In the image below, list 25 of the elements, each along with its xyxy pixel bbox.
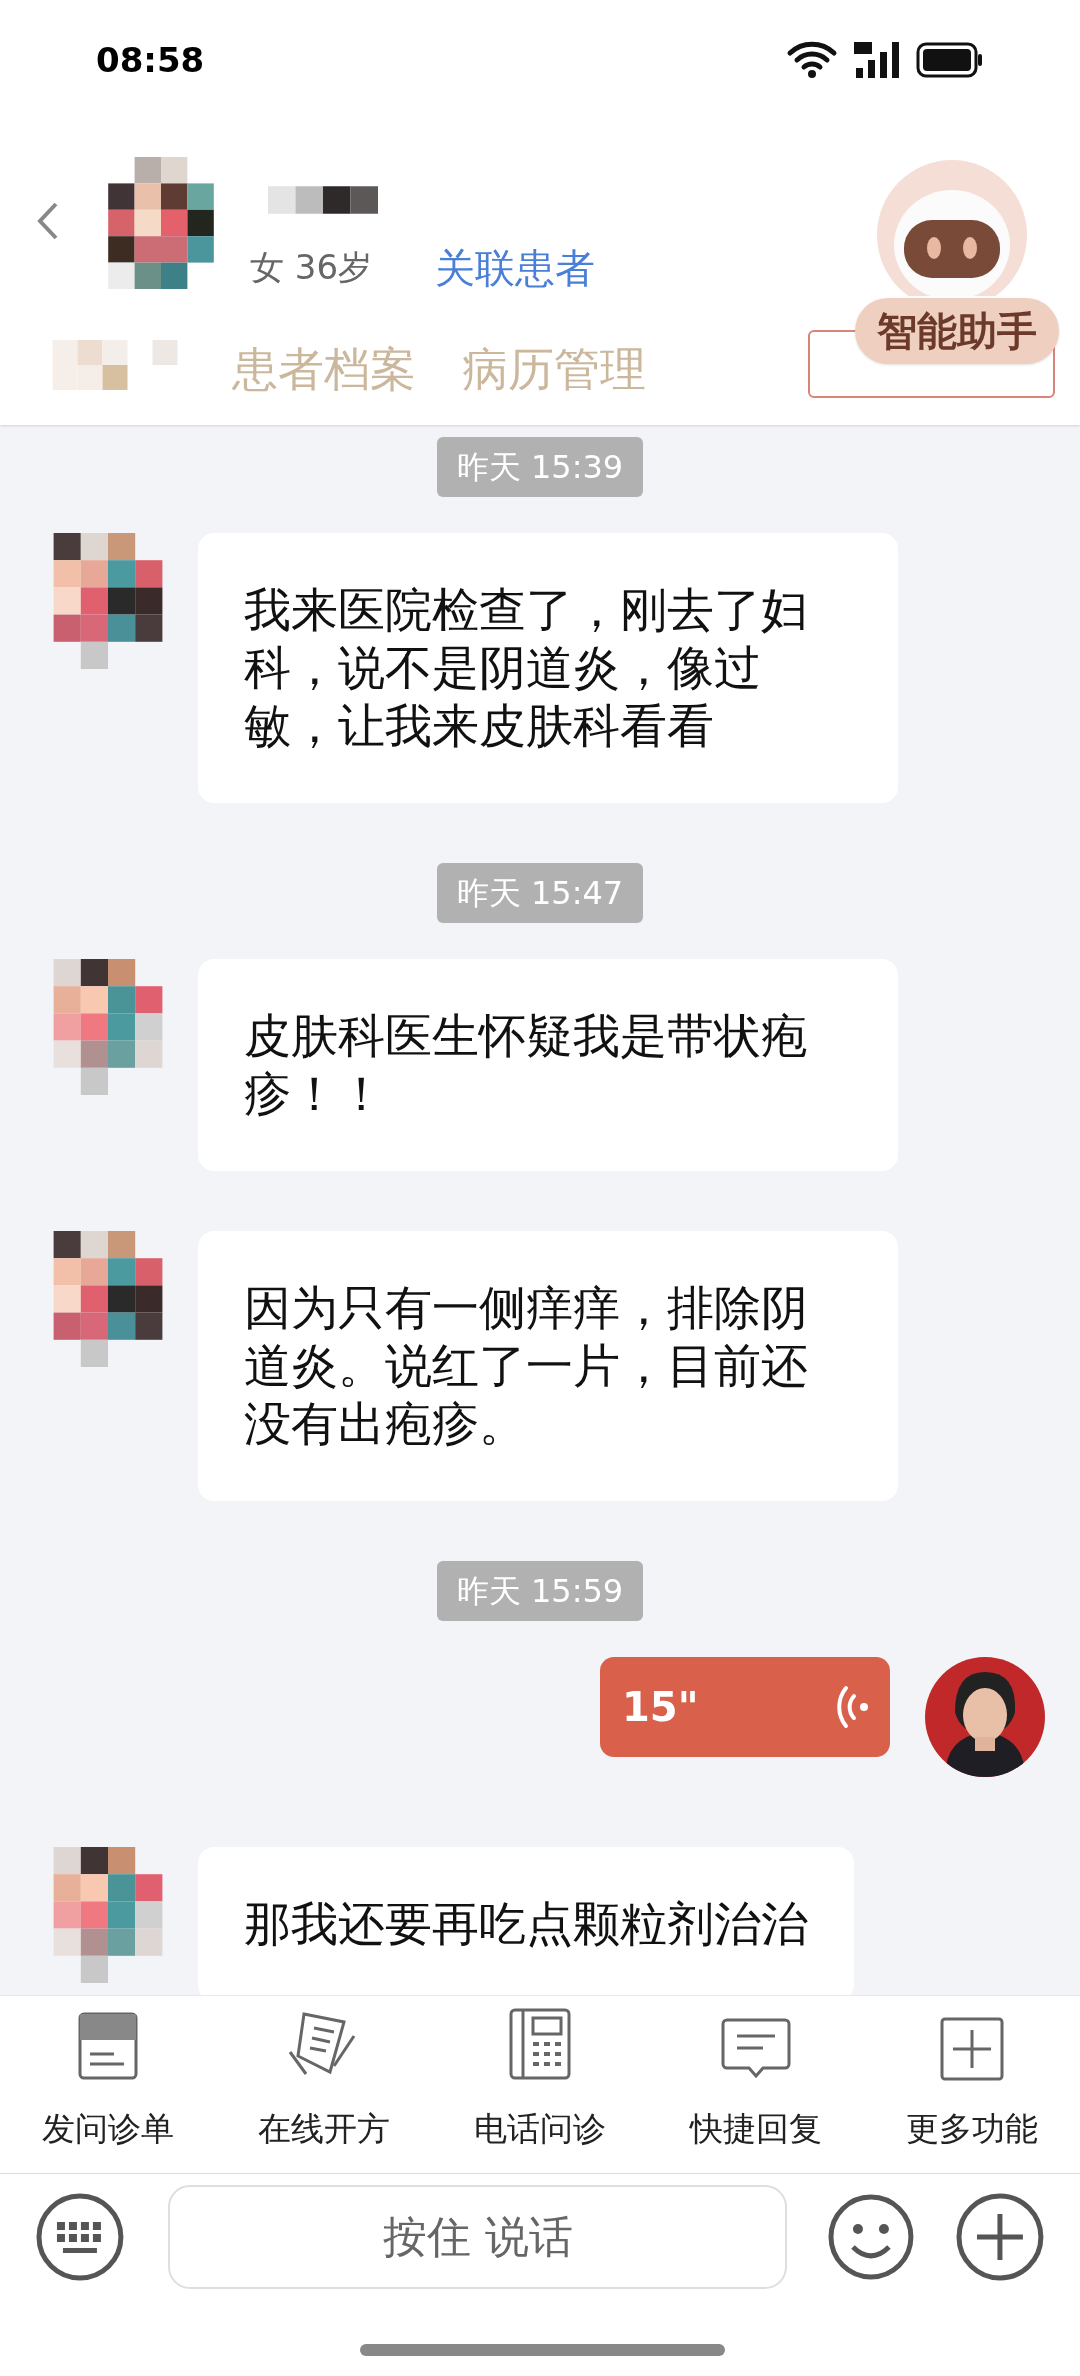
wifi-icon bbox=[786, 41, 838, 79]
assistant-button[interactable]: 智能助手 bbox=[855, 298, 1059, 364]
timestamp: 昨天 15:47 bbox=[436, 863, 644, 923]
toolbar-button[interactable]: 在线开方 bbox=[216, 1996, 432, 2173]
message-bubble: 那我还要再吃点颗粒剂治治 bbox=[198, 1847, 854, 1995]
add-icon[interactable] bbox=[955, 2191, 1045, 2282]
toolbar-button[interactable]: 发问诊单 bbox=[0, 1996, 216, 2173]
voice-message[interactable]: 15" bbox=[600, 1657, 890, 1757]
link-patient-link[interactable]: 关联患者 bbox=[435, 238, 595, 298]
patient-info: 女 36岁 bbox=[250, 246, 373, 289]
battery-icon bbox=[916, 42, 984, 78]
message-bubble: 皮肤科医生怀疑我是带状疱疹！！ bbox=[198, 959, 898, 1171]
timestamp: 昨天 15:59 bbox=[436, 1561, 644, 1621]
toolbar-button[interactable]: 更多功能 bbox=[864, 1996, 1080, 2173]
toolbar-button[interactable]: 电话问诊 bbox=[432, 1996, 648, 2173]
message-bubble: 我来医院检查了，刚去了妇科，说不是阴道炎，像过敏，让我来皮肤科看看 bbox=[198, 533, 898, 803]
plus-square-icon bbox=[939, 2015, 1005, 2082]
hold-to-talk-button[interactable]: 按住 说话 bbox=[167, 2184, 788, 2289]
cellular-signal-icon bbox=[852, 40, 902, 80]
emoji-icon[interactable] bbox=[827, 2192, 916, 2281]
keyboard-icon[interactable] bbox=[35, 2191, 125, 2282]
timestamp: 昨天 15:39 bbox=[436, 437, 644, 497]
message-bubble: 因为只有一侧痒痒，排除阴道炎。说红了一片，目前还没有出疱疹。 bbox=[198, 1231, 898, 1501]
toolbar-button[interactable]: 快捷回复 bbox=[648, 1996, 864, 2173]
status-time: 08:58 bbox=[96, 38, 205, 82]
